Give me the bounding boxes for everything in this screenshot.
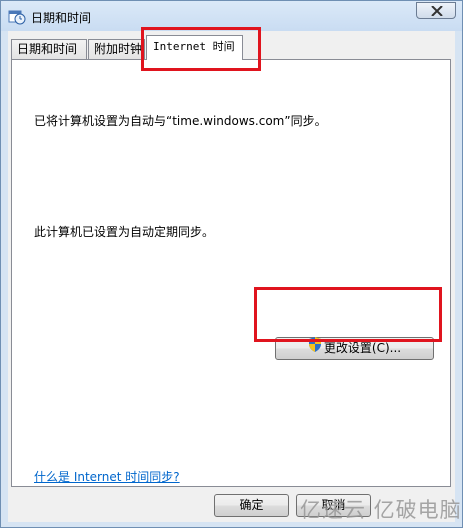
close-button[interactable] [416,2,456,19]
clock-calendar-icon [8,7,26,25]
tab-additional-clocks[interactable]: 附加时钟 [88,39,145,59]
help-link[interactable]: 什么是 Internet 时间同步? [34,468,180,485]
uac-shield-icon [308,336,322,359]
sync-status-text: 已将计算机设置为自动与“time.windows.com”同步。 [34,114,327,128]
title-bar[interactable]: 日期和时间 [1,1,462,31]
watermark-text: 亿速云 亿破电脑 [300,498,462,522]
auto-sync-text: 此计算机已设置为自动定期同步。 [34,225,215,239]
dialog-window: 日期和时间 日期和时间 附加时钟 Internet 时间 已将计算机设置为自动与… [0,0,463,528]
tab-date-time[interactable]: 日期和时间 [11,39,87,59]
tab-panel: 已将计算机设置为自动与“time.windows.com”同步。 此计算机已设置… [11,59,451,487]
window-title: 日期和时间 [31,11,92,25]
tab-internet-time[interactable]: Internet 时间 [146,35,243,60]
ok-button[interactable]: 确定 [214,494,289,517]
change-settings-button[interactable]: 更改设置(C)... [275,336,434,360]
change-settings-label: 更改设置(C)... [323,341,402,355]
dialog-client: 日期和时间 附加时钟 Internet 时间 已将计算机设置为自动与“time.… [8,31,455,522]
